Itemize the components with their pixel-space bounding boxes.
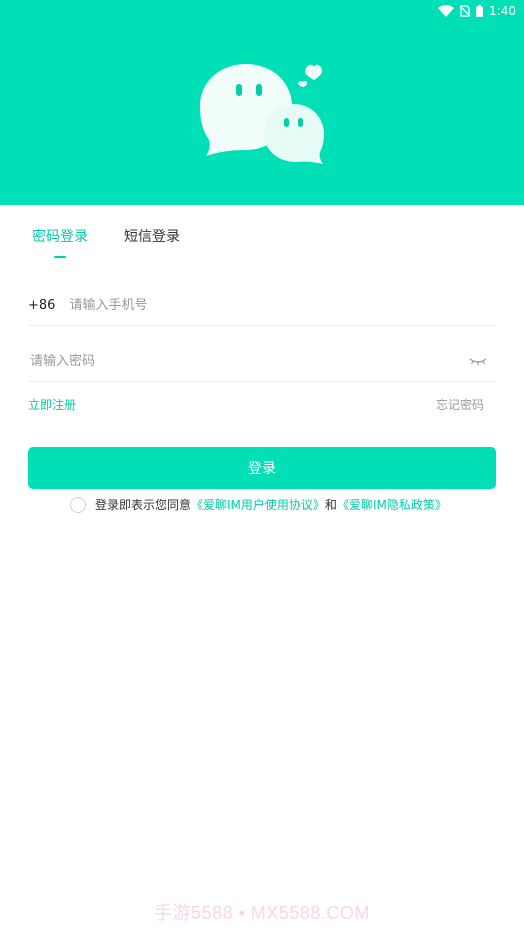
status-time: 1:40 bbox=[489, 4, 516, 18]
no-sim-icon bbox=[460, 5, 471, 17]
tab-sms-login[interactable]: 短信登录 bbox=[124, 226, 180, 256]
privacy-policy-link[interactable]: 《爱聊IM隐私政策》 bbox=[337, 496, 447, 513]
forgot-password-link[interactable]: 忘记密码 bbox=[436, 396, 484, 413]
phone-field: +86 bbox=[28, 285, 496, 326]
battery-icon bbox=[476, 5, 484, 17]
login-tabs: 密码登录 短信登录 bbox=[32, 226, 180, 258]
watermark: 手游5588 • MX5588.COM bbox=[154, 903, 370, 923]
agreement-row: 登录即表示您同意 《爱聊IM用户使用协议》 和 《爱聊IM隐私政策》 bbox=[70, 496, 447, 513]
wifi-icon bbox=[438, 5, 455, 17]
password-field bbox=[28, 341, 496, 382]
login-button[interactable]: 登录 bbox=[28, 447, 496, 489]
phone-input[interactable] bbox=[69, 297, 496, 313]
chat-bubbles-mascot-icon bbox=[200, 64, 324, 164]
tab-password-login[interactable]: 密码登录 bbox=[32, 226, 88, 258]
user-agreement-link[interactable]: 《爱聊IM用户使用协议》 bbox=[191, 496, 325, 513]
country-code[interactable]: +86 bbox=[28, 298, 55, 313]
agreement-checkbox[interactable] bbox=[70, 496, 86, 513]
agreement-prefix: 登录即表示您同意 bbox=[95, 498, 192, 512]
password-input[interactable] bbox=[28, 353, 468, 369]
header-banner: 1:40 bbox=[0, 0, 524, 205]
status-bar: 1:40 bbox=[406, 0, 524, 22]
register-link[interactable]: 立即注册 bbox=[28, 396, 76, 413]
auth-links: 立即注册 忘记密码 bbox=[28, 396, 484, 413]
eye-closed-icon[interactable] bbox=[468, 354, 488, 368]
agreement-connector: 和 bbox=[324, 498, 337, 512]
